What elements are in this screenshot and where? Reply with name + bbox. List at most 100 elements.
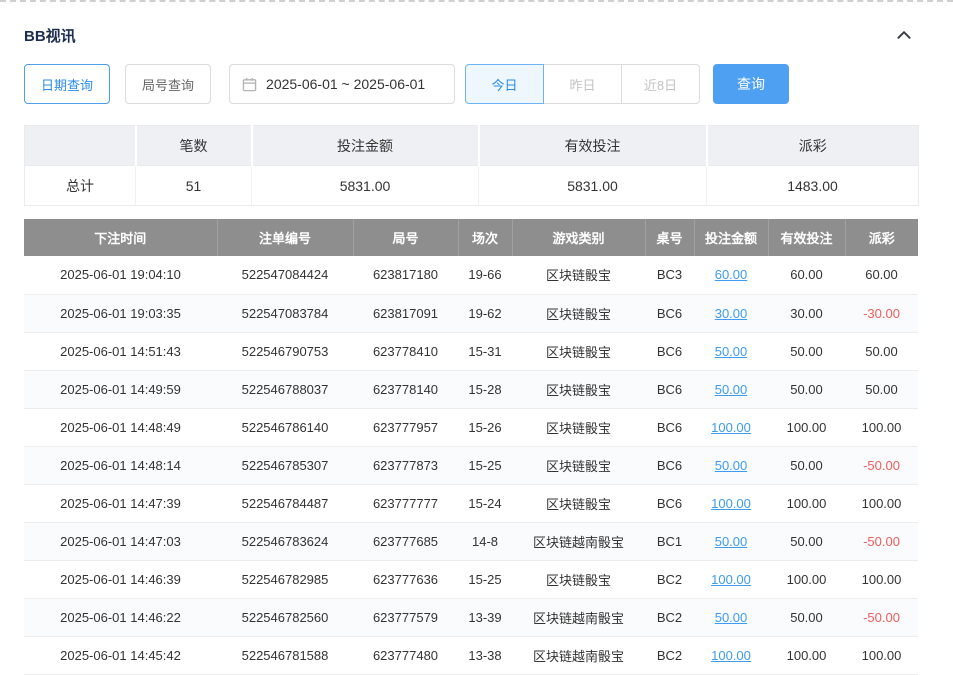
cell-bet-time: 2025-06-01 14:49:59 xyxy=(24,370,217,408)
bet-amount-link[interactable]: 50.00 xyxy=(715,610,748,625)
cell-session: 15-28 xyxy=(458,370,512,408)
cell-bet-amount: 50.00 xyxy=(694,598,768,636)
cell-game-type: 区块链骰宝 xyxy=(512,560,645,598)
cell-bet-id: 522546782560 xyxy=(217,598,353,636)
bet-amount-link[interactable]: 100.00 xyxy=(711,572,751,587)
search-button[interactable]: 查询 xyxy=(713,64,789,104)
cell-session: 14-8 xyxy=(458,522,512,560)
cell-valid-bet: 100.00 xyxy=(768,484,845,522)
filter-bar: 日期查询 局号查询 2025-06-01 ~ 2025-06-01 今日昨日近8… xyxy=(24,64,953,104)
cell-bet-time: 2025-06-01 14:46:22 xyxy=(24,598,217,636)
cell-valid-bet: 50.00 xyxy=(768,446,845,484)
record-row: 2025-06-01 14:45:42522546781588623777480… xyxy=(24,636,918,674)
summary-total-cell: 51 xyxy=(136,166,252,206)
summary-header-row: 笔数投注金额有效投注派彩 xyxy=(25,126,919,166)
round-query-button[interactable]: 局号查询 xyxy=(125,64,211,104)
calendar-icon xyxy=(242,77,257,92)
date-range-input[interactable]: 2025-06-01 ~ 2025-06-01 xyxy=(229,64,455,104)
cell-bet-id: 522546785307 xyxy=(217,446,353,484)
cell-valid-bet: 50.00 xyxy=(768,332,845,370)
bet-amount-link[interactable]: 100.00 xyxy=(711,496,751,511)
cell-session: 13-39 xyxy=(458,598,512,636)
quick-filter-option-0[interactable]: 今日 xyxy=(465,64,544,104)
records-header-cell: 场次 xyxy=(458,219,512,256)
record-row: 2025-06-01 14:46:39522546782985623777636… xyxy=(24,560,918,598)
record-row: 2025-06-01 14:51:43522546790753623778410… xyxy=(24,332,918,370)
cell-round-no: 623777685 xyxy=(353,522,458,560)
records-header-cell: 注单编号 xyxy=(217,219,353,256)
cell-round-no: 623778140 xyxy=(353,370,458,408)
records-body: 2025-06-01 19:04:10522547084424623817180… xyxy=(24,256,918,674)
date-range-value: 2025-06-01 ~ 2025-06-01 xyxy=(266,76,425,92)
bet-amount-link[interactable]: 30.00 xyxy=(715,306,748,321)
summary-total-row: 总计515831.005831.001483.00 xyxy=(25,166,919,206)
bet-amount-link[interactable]: 50.00 xyxy=(715,344,748,359)
summary-total-cell: 1483.00 xyxy=(707,166,919,206)
record-row: 2025-06-01 14:48:14522546785307623777873… xyxy=(24,446,918,484)
cell-table-no: BC6 xyxy=(645,408,694,446)
cell-round-no: 623778410 xyxy=(353,332,458,370)
records-header-cell: 派彩 xyxy=(845,219,918,256)
cell-round-no: 623777873 xyxy=(353,446,458,484)
cell-bet-id: 522546788037 xyxy=(217,370,353,408)
bet-amount-link[interactable]: 100.00 xyxy=(711,420,751,435)
cell-table-no: BC2 xyxy=(645,560,694,598)
cell-bet-amount: 50.00 xyxy=(694,446,768,484)
cell-game-type: 区块链骰宝 xyxy=(512,370,645,408)
summary-header-cell xyxy=(25,126,136,166)
cell-bet-amount: 100.00 xyxy=(694,636,768,674)
record-row: 2025-06-01 14:48:49522546786140623777957… xyxy=(24,408,918,446)
records-header-cell: 投注金额 xyxy=(694,219,768,256)
summary-total-cell: 5831.00 xyxy=(252,166,479,206)
bet-amount-link[interactable]: 50.00 xyxy=(715,382,748,397)
date-query-button[interactable]: 日期查询 xyxy=(24,64,110,104)
quick-filter-option-1[interactable]: 昨日 xyxy=(543,64,622,104)
bet-amount-link[interactable]: 50.00 xyxy=(715,458,748,473)
cell-game-type: 区块链越南骰宝 xyxy=(512,522,645,560)
cell-table-no: BC6 xyxy=(645,294,694,332)
quick-filter-group: 今日昨日近8日 xyxy=(465,64,700,104)
record-row: 2025-06-01 19:03:35522547083784623817091… xyxy=(24,294,918,332)
bet-amount-link[interactable]: 100.00 xyxy=(711,648,751,663)
cell-game-type: 区块链骰宝 xyxy=(512,256,645,294)
quick-filter-option-2[interactable]: 近8日 xyxy=(621,64,700,104)
cell-valid-bet: 100.00 xyxy=(768,408,845,446)
cell-valid-bet: 50.00 xyxy=(768,370,845,408)
records-header-row: 下注时间注单编号局号场次游戏类别桌号投注金额有效投注派彩 xyxy=(24,219,918,256)
cell-round-no: 623777480 xyxy=(353,636,458,674)
cell-session: 15-31 xyxy=(458,332,512,370)
cell-bet-amount: 30.00 xyxy=(694,294,768,332)
cell-bet-amount: 100.00 xyxy=(694,560,768,598)
cell-session: 15-24 xyxy=(458,484,512,522)
summary-header-cell: 笔数 xyxy=(136,126,252,166)
cell-payout: -50.00 xyxy=(845,446,918,484)
page-title: BB视讯 xyxy=(24,25,76,46)
cell-round-no: 623817180 xyxy=(353,256,458,294)
cell-round-no: 623817091 xyxy=(353,294,458,332)
cell-payout: 100.00 xyxy=(845,408,918,446)
bet-amount-link[interactable]: 60.00 xyxy=(715,267,748,282)
cell-session: 19-66 xyxy=(458,256,512,294)
cell-bet-amount: 60.00 xyxy=(694,256,768,294)
cell-valid-bet: 100.00 xyxy=(768,560,845,598)
cell-session: 15-26 xyxy=(458,408,512,446)
summary-total-cell: 5831.00 xyxy=(479,166,707,206)
summary-table: 笔数投注金额有效投注派彩 总计515831.005831.001483.00 xyxy=(24,125,919,206)
summary-header-cell: 派彩 xyxy=(707,126,919,166)
cell-payout: 100.00 xyxy=(845,636,918,674)
bet-amount-link[interactable]: 50.00 xyxy=(715,534,748,549)
cell-bet-id: 522547083784 xyxy=(217,294,353,332)
cell-bet-id: 522546784487 xyxy=(217,484,353,522)
record-row: 2025-06-01 14:49:59522546788037623778140… xyxy=(24,370,918,408)
cell-bet-amount: 100.00 xyxy=(694,484,768,522)
cell-bet-time: 2025-06-01 14:47:39 xyxy=(24,484,217,522)
cell-bet-id: 522546782985 xyxy=(217,560,353,598)
cell-table-no: BC1 xyxy=(645,522,694,560)
cell-payout: -50.00 xyxy=(845,598,918,636)
cell-game-type: 区块链骰宝 xyxy=(512,446,645,484)
cell-table-no: BC2 xyxy=(645,636,694,674)
records-header-cell: 游戏类别 xyxy=(512,219,645,256)
collapse-button[interactable] xyxy=(893,24,915,46)
cell-bet-time: 2025-06-01 14:51:43 xyxy=(24,332,217,370)
chevron-up-icon xyxy=(895,32,913,47)
